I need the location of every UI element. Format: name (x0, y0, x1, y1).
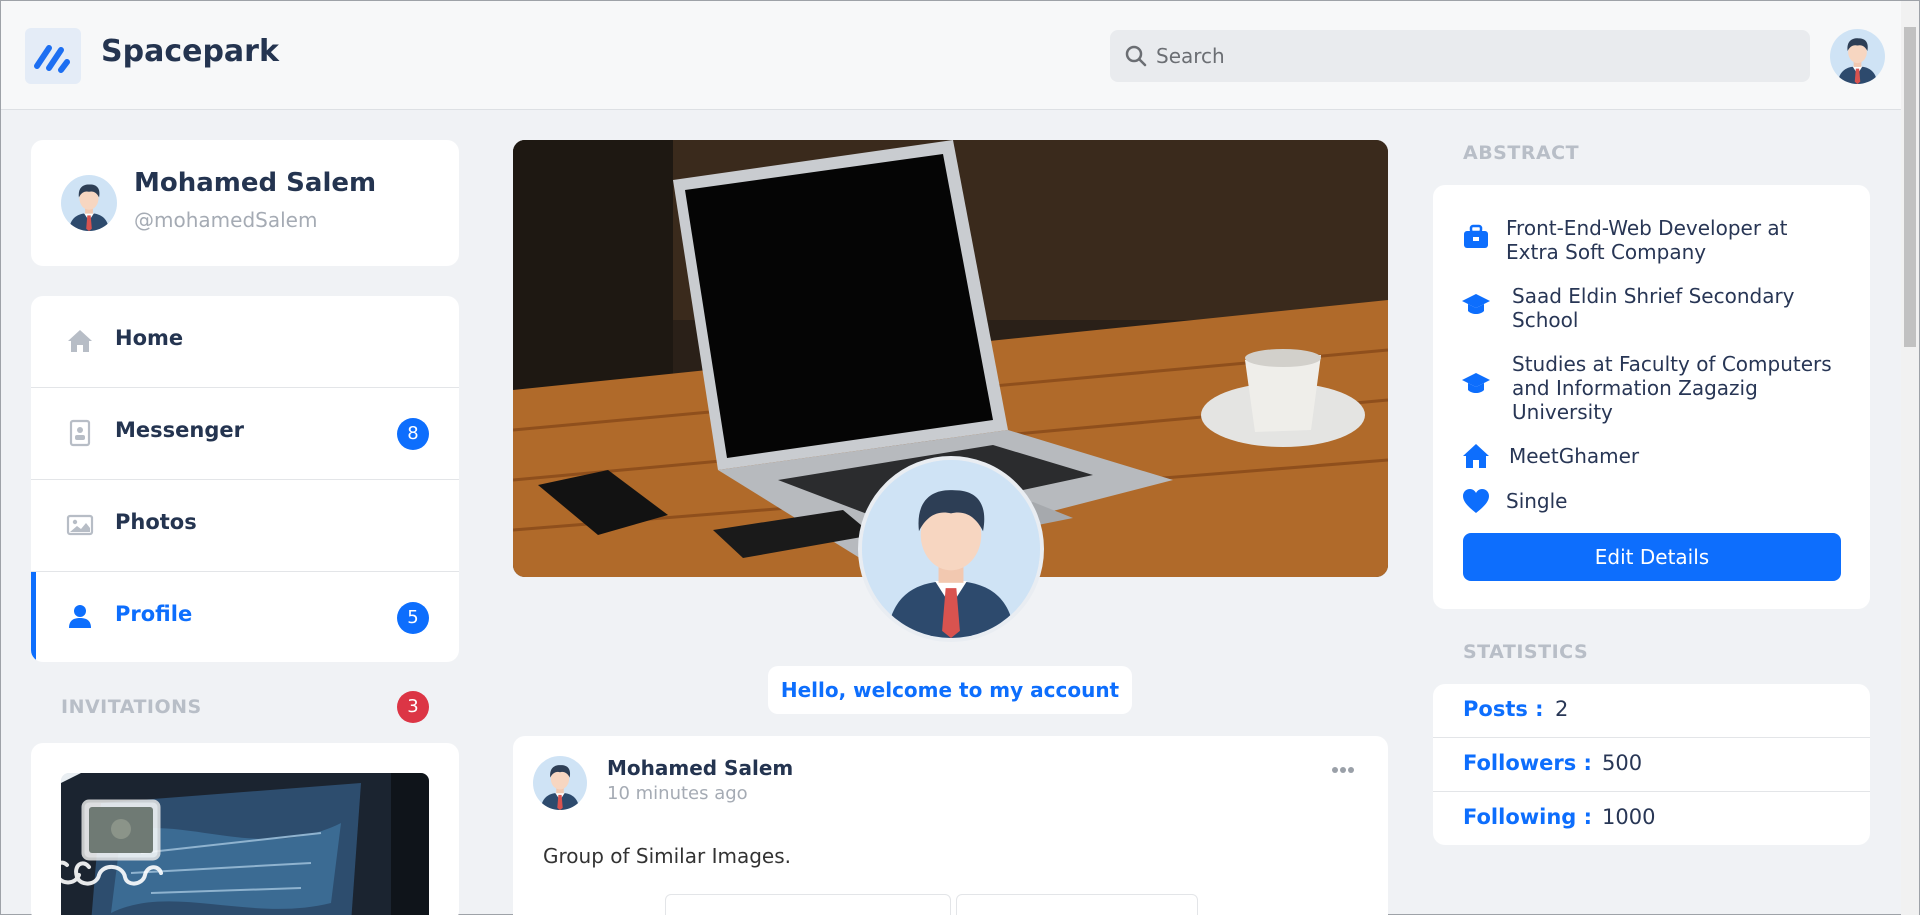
invitations-title: INVITATIONS (61, 696, 202, 718)
home-icon (1463, 444, 1489, 468)
messenger-count-badge: 8 (397, 418, 429, 450)
abstract-title: ABSTRACT (1463, 142, 1580, 164)
search-icon (1125, 45, 1147, 67)
search-input[interactable] (1156, 30, 1796, 82)
image-icon (66, 514, 94, 536)
post-card: Mohamed Salem 10 minutes ago Group of Si… (513, 736, 1388, 915)
abstract-card: Front-End-Web Developer at Extra Soft Co… (1433, 185, 1870, 609)
active-indicator (31, 572, 36, 662)
graduation-cap-icon (1462, 294, 1490, 314)
statistics-card: Posts : 2 Followers : 500 Following : 10… (1433, 684, 1870, 845)
user-handle: @mohamedSalem (134, 208, 318, 232)
statistics-title: STATISTICS (1463, 641, 1589, 663)
post-image[interactable] (956, 894, 1198, 915)
account-avatar[interactable] (1830, 29, 1885, 84)
invitations-count-badge: 3 (397, 691, 429, 723)
brand-name[interactable]: Spacepark (101, 34, 279, 69)
stat-label: Posts : (1463, 697, 1544, 721)
abstract-item-text: Studies at Faculty of Computers and Info… (1512, 352, 1832, 424)
brand-logo[interactable] (25, 28, 81, 84)
heart-icon (1463, 489, 1489, 513)
post-text: Group of Similar Images. (543, 844, 791, 868)
sidebar-item-messenger[interactable]: Messenger 8 (31, 388, 459, 480)
abstract-item-text: Saad Eldin Shrief Secondary School (1512, 284, 1795, 332)
edit-details-button[interactable]: Edit Details (1463, 533, 1841, 581)
stat-label: Following : (1463, 805, 1593, 829)
picture-in-picture-icon (31, 799, 163, 887)
avatar-image (862, 460, 1040, 638)
sidebar-item-label: Home (115, 326, 184, 350)
sidebar-item-label: Photos (115, 510, 197, 534)
sidebar-item-home[interactable]: Home (31, 296, 459, 388)
abstract-item-text: MeetGhamer (1509, 444, 1640, 468)
sidebar-item-profile[interactable]: Profile 5 (31, 572, 459, 662)
stat-value: 2 (1555, 697, 1569, 721)
top-navbar: Spacepark (1, 1, 1901, 110)
home-icon (68, 330, 92, 352)
post-author-name[interactable]: Mohamed Salem (607, 756, 793, 780)
profile-picture[interactable] (858, 456, 1044, 642)
sidebar-item-photos[interactable]: Photos (31, 480, 459, 572)
logo-icon (34, 45, 70, 73)
more-options-icon[interactable] (1331, 766, 1355, 774)
avatar[interactable] (61, 175, 117, 231)
avatar-image (533, 756, 587, 810)
page-scrollbar[interactable] (1901, 1, 1919, 915)
abstract-item-text: Single (1506, 489, 1568, 513)
post-image[interactable] (665, 894, 951, 915)
graduation-cap-icon (1462, 373, 1490, 393)
stat-row-following[interactable]: Following : 1000 (1433, 792, 1870, 845)
avatar-image (1830, 29, 1885, 84)
floating-image-widget[interactable] (27, 799, 167, 899)
contact-book-icon (69, 419, 91, 447)
welcome-message: Hello, welcome to my account (768, 666, 1132, 714)
stat-label: Followers : (1463, 751, 1592, 775)
stat-value: 1000 (1602, 805, 1656, 829)
profile-count-badge: 5 (397, 602, 429, 634)
briefcase-icon (1464, 224, 1488, 248)
avatar-image (61, 175, 117, 231)
user-name[interactable]: Mohamed Salem (134, 168, 376, 198)
post-timestamp: 10 minutes ago (607, 783, 748, 804)
scrollbar-thumb[interactable] (1904, 27, 1916, 347)
user-icon (69, 605, 91, 628)
profile-summary-card: Mohamed Salem @mohamedSalem (31, 140, 459, 266)
abstract-item-text: Front-End-Web Developer at Extra Soft Co… (1506, 216, 1788, 264)
sidebar-nav: Home Messenger 8 Photos Profile 5 (31, 296, 459, 662)
search-box[interactable] (1110, 30, 1810, 82)
stat-value: 500 (1602, 751, 1643, 775)
post-author-avatar[interactable] (533, 756, 587, 810)
sidebar-item-label: Profile (115, 602, 193, 626)
sidebar-item-label: Messenger (115, 418, 244, 442)
stat-row-followers[interactable]: Followers : 500 (1433, 738, 1870, 792)
stat-row-posts: Posts : 2 (1433, 684, 1870, 738)
